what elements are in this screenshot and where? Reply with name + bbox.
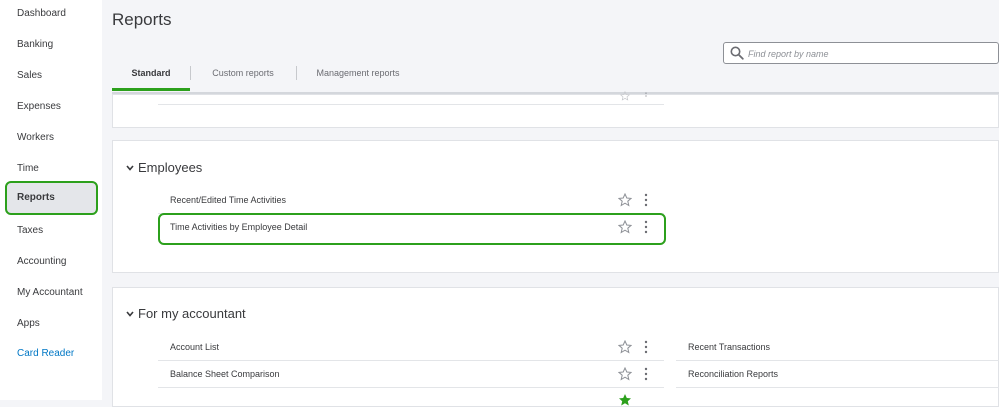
tab-standard[interactable]: Standard bbox=[112, 62, 190, 91]
star-icon[interactable] bbox=[618, 367, 632, 381]
report-row[interactable]: Reconciliation Reports bbox=[676, 362, 999, 388]
sidebar-item-reports[interactable]: Reports bbox=[5, 181, 98, 215]
report-name[interactable]: Recent Transactions bbox=[688, 335, 770, 359]
more-options-icon[interactable] bbox=[643, 367, 649, 381]
star-icon[interactable] bbox=[618, 91, 632, 101]
sidebar-item-apps[interactable]: Apps bbox=[6, 310, 94, 338]
tab-divider bbox=[296, 66, 297, 80]
sidebar-item-banking[interactable]: Banking bbox=[6, 31, 94, 59]
sidebar-item-dashboard[interactable]: Dashboard bbox=[6, 0, 94, 28]
report-name[interactable]: Balance Sheet Comparison bbox=[170, 362, 280, 386]
more-options-icon[interactable] bbox=[643, 340, 649, 354]
report-row[interactable]: Recent/Edited Time Activities bbox=[158, 188, 664, 214]
tab-divider bbox=[190, 66, 191, 80]
report-name[interactable]: Reconciliation Reports bbox=[688, 362, 778, 386]
star-icon[interactable] bbox=[618, 340, 632, 354]
star-icon[interactable] bbox=[618, 193, 632, 207]
sidebar-item-sales[interactable]: Sales bbox=[6, 62, 94, 90]
accountant-section: For my accountant Account List Balance S… bbox=[112, 287, 999, 407]
chevron-down-icon[interactable] bbox=[125, 309, 135, 319]
sidebar-item-my-accountant[interactable]: My Accountant bbox=[6, 279, 94, 307]
report-row[interactable]: Balance Sheet Comparison bbox=[158, 362, 664, 388]
search-input[interactable] bbox=[746, 44, 998, 64]
chevron-down-icon[interactable] bbox=[125, 163, 135, 173]
sidebar: Dashboard Banking Sales Expenses Workers… bbox=[0, 0, 102, 400]
page-title: Reports bbox=[112, 10, 172, 29]
sidebar-item-card-reader[interactable]: Card Reader bbox=[6, 340, 94, 368]
sidebar-item-accounting[interactable]: Accounting bbox=[6, 248, 94, 276]
highlight-box bbox=[158, 213, 666, 245]
sidebar-item-taxes[interactable]: Taxes bbox=[6, 217, 94, 245]
tab-management-reports[interactable]: Management reports bbox=[308, 62, 408, 91]
star-filled-icon[interactable] bbox=[618, 393, 632, 407]
sidebar-item-workers[interactable]: Workers bbox=[6, 124, 94, 152]
report-name[interactable]: Recent/Edited Time Activities bbox=[170, 188, 286, 212]
section-title: For my accountant bbox=[138, 306, 246, 321]
report-section-card bbox=[112, 91, 999, 128]
employees-section: Employees Recent/Edited Time Activities … bbox=[112, 140, 999, 273]
section-title: Employees bbox=[138, 160, 203, 175]
sidebar-item-expenses[interactable]: Expenses bbox=[6, 93, 94, 121]
report-name[interactable]: Account List bbox=[170, 335, 219, 359]
search-icon bbox=[730, 46, 744, 60]
report-row[interactable]: Recent Transactions bbox=[676, 335, 999, 361]
report-row[interactable]: Account List bbox=[158, 335, 664, 361]
row-divider bbox=[158, 104, 664, 105]
more-options-icon[interactable] bbox=[643, 193, 649, 207]
sidebar-item-time[interactable]: Time bbox=[6, 155, 94, 183]
more-options-icon[interactable] bbox=[643, 92, 649, 100]
report-search[interactable] bbox=[723, 42, 999, 64]
tab-custom-reports[interactable]: Custom reports bbox=[204, 62, 282, 91]
